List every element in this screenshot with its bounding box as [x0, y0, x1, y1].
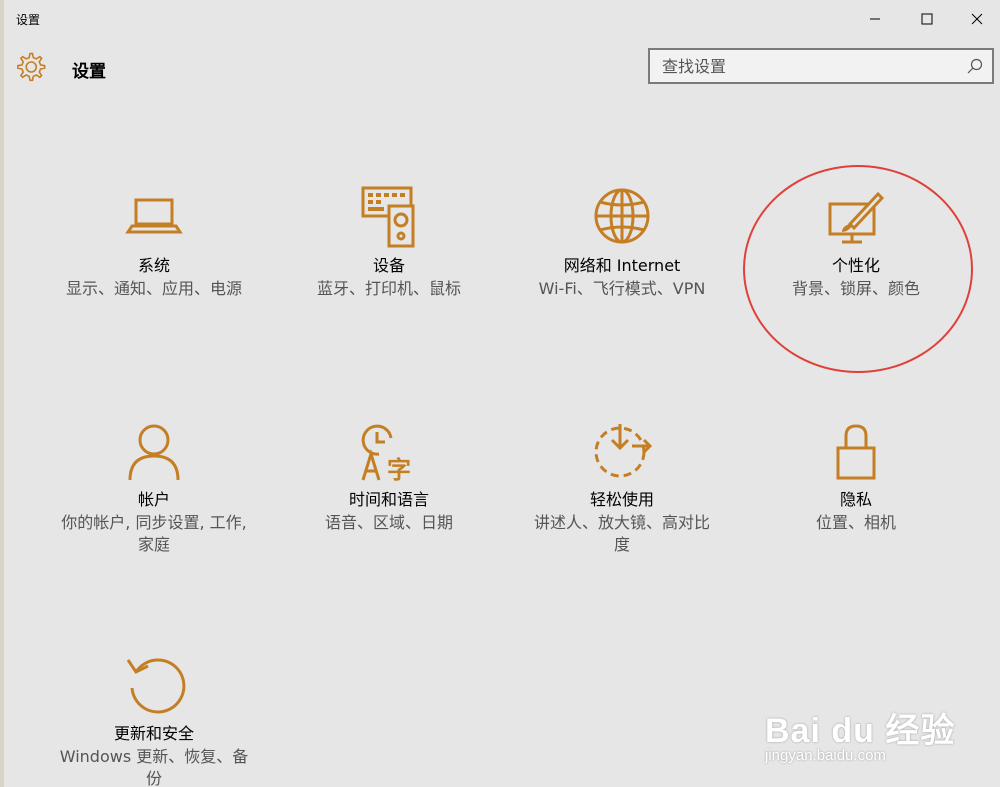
- left-edge: [0, 0, 4, 787]
- keyboard-speaker-icon: [361, 186, 415, 248]
- settings-window: 设置 设置 查找设置 系统 显示、通知、应用、电源 设备 蓝牙、打印机、鼠标 网…: [0, 0, 1000, 787]
- paintbrush-monitor-icon: [828, 191, 885, 244]
- search-icon[interactable]: [966, 57, 984, 75]
- tile-time-language[interactable]: 字 时间和语言 语音、区域、日期: [279, 420, 499, 534]
- tile-network[interactable]: 网络和 Internet Wi-Fi、飞行模式、VPN: [512, 186, 732, 300]
- tile-name: 轻松使用: [589, 490, 654, 509]
- tile-name: 更新和安全: [113, 724, 194, 743]
- laptop-icon: [125, 198, 183, 234]
- tile-ease-of-access[interactable]: 轻松使用 讲述人、放大镜、高对比度: [512, 420, 732, 556]
- person-icon: [128, 424, 180, 481]
- tile-name: 系统: [137, 256, 170, 275]
- minimize-button[interactable]: [852, 0, 898, 38]
- refresh-icon: [126, 658, 186, 714]
- svg-text:字: 字: [387, 456, 411, 484]
- title-bar: 设置: [0, 0, 1000, 38]
- tile-update-security[interactable]: 更新和安全 Windows 更新、恢复、备份: [44, 654, 264, 787]
- minimize-icon: [870, 18, 880, 20]
- tile-name: 设备: [372, 256, 405, 275]
- settings-header: 设置: [0, 38, 1000, 98]
- tile-description: 背景、锁屏、颜色: [791, 279, 920, 298]
- close-button[interactable]: [954, 0, 1000, 38]
- watermark: Bai du 经验 jingyan.baidu.com: [765, 685, 995, 780]
- tile-name: 隐私: [839, 490, 872, 509]
- close-icon: [971, 13, 983, 25]
- tile-name: 网络和 Internet: [563, 256, 681, 275]
- tile-accounts[interactable]: 帐户 你的帐户, 同步设置, 工作, 家庭: [44, 420, 264, 556]
- maximize-icon: [921, 13, 933, 25]
- page-title: 设置: [72, 62, 106, 82]
- watermark-logo-text: Bai du 经验: [765, 712, 956, 750]
- search-input[interactable]: [650, 50, 950, 82]
- window-title: 设置: [16, 13, 41, 27]
- tile-system[interactable]: 系统 显示、通知、应用、电源: [44, 186, 264, 300]
- watermark-url: jingyan.baidu.com: [765, 747, 886, 764]
- clock-language-icon: 字: [361, 424, 411, 484]
- tile-name: 帐户: [137, 490, 170, 509]
- tile-description: 位置、相机: [815, 513, 896, 532]
- tile-personalization[interactable]: 个性化 背景、锁屏、颜色: [746, 186, 966, 300]
- globe-icon: [594, 188, 650, 244]
- tile-description: 蓝牙、打印机、鼠标: [316, 279, 461, 298]
- tile-name: 个性化: [831, 256, 880, 275]
- maximize-button[interactable]: [904, 0, 950, 38]
- tile-description: 讲述人、放大镜、高对比度: [533, 513, 710, 554]
- tile-description: Windows 更新、恢复、备份: [59, 747, 249, 787]
- tile-description: 语音、区域、日期: [324, 513, 453, 532]
- tile-privacy[interactable]: 隐私 位置、相机: [746, 420, 966, 534]
- tile-devices[interactable]: 设备 蓝牙、打印机、鼠标: [279, 186, 499, 300]
- tile-description: Wi-Fi、飞行模式、VPN: [538, 279, 706, 298]
- tile-description: 你的帐户, 同步设置, 工作, 家庭: [61, 513, 247, 554]
- tile-description: 显示、通知、应用、电源: [65, 279, 242, 298]
- search-box[interactable]: [648, 48, 994, 84]
- lock-icon: [836, 424, 876, 480]
- gear-icon: [17, 52, 46, 82]
- tile-name: 时间和语言: [348, 490, 429, 509]
- ease-of-access-icon: [594, 424, 653, 478]
